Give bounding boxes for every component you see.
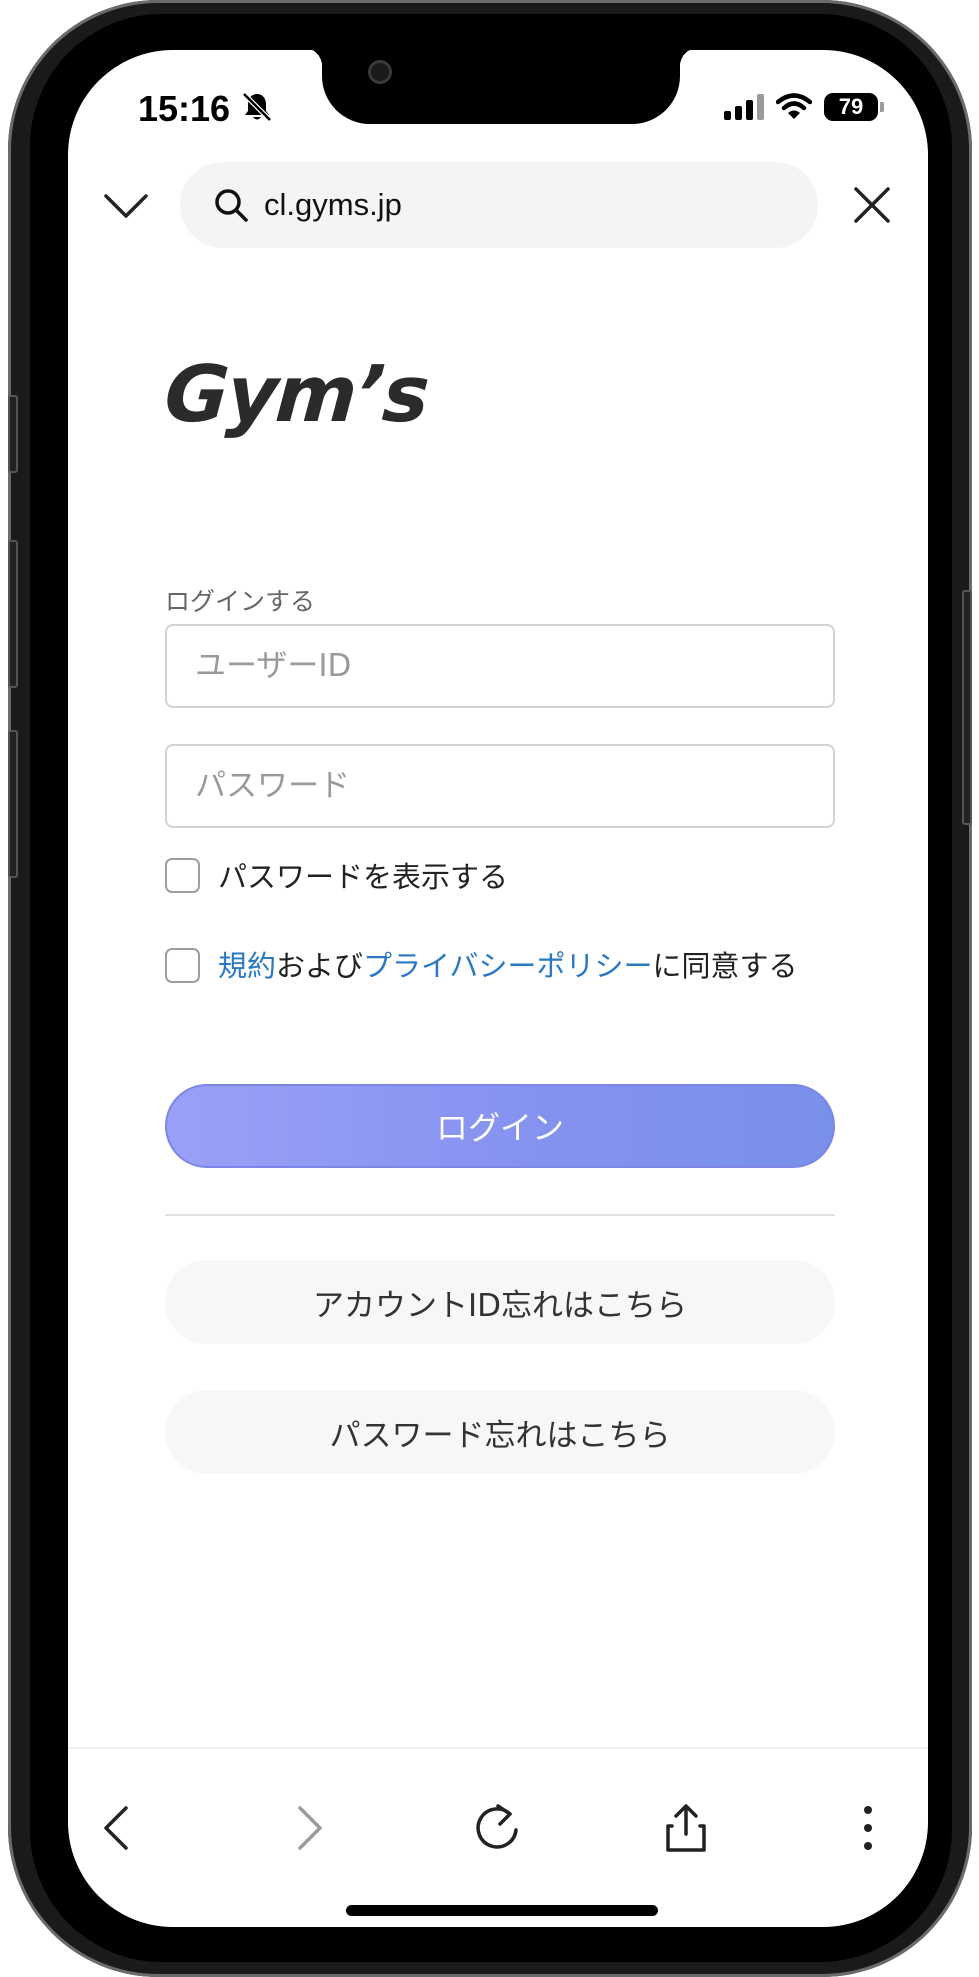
camera-icon: [368, 60, 392, 84]
back-icon[interactable]: [90, 1800, 146, 1856]
forward-icon[interactable]: [280, 1800, 336, 1856]
login-heading: ログインする: [165, 587, 316, 616]
gyms-logo: Gym’s: [161, 350, 431, 440]
divider: [165, 1214, 835, 1216]
power-button: [962, 590, 972, 825]
status-time: 15:16: [138, 88, 231, 129]
agree-terms-row: 規約およびプライバシーポリシーに同意する: [165, 938, 835, 994]
mute-switch: [8, 395, 18, 473]
user-id-input[interactable]: [165, 624, 835, 708]
forgot-account-id-button[interactable]: アカウントID忘れはこちら: [165, 1260, 835, 1344]
share-icon[interactable]: [658, 1800, 714, 1856]
cellular-signal-icon: [724, 94, 764, 120]
battery-indicator: 79: [824, 93, 884, 121]
terms-link[interactable]: 規約: [218, 949, 276, 983]
reload-icon[interactable]: [470, 1800, 526, 1856]
screen: 15:16 79 cl.gyms.jp Gym’s ログインする ユーザーID …: [68, 50, 928, 1927]
address-bar[interactable]: cl.gyms.jp: [180, 162, 818, 248]
volume-down-button: [8, 730, 18, 878]
agree-and-text: および: [276, 949, 364, 983]
home-indicator[interactable]: [346, 1905, 658, 1916]
show-password-checkbox[interactable]: [165, 857, 200, 893]
status-icons: 79: [724, 90, 884, 124]
wifi-icon: [776, 93, 812, 119]
chevron-down-icon[interactable]: [102, 182, 150, 230]
notch: [304, 50, 698, 124]
search-icon: [215, 189, 248, 222]
password-input[interactable]: [165, 744, 835, 828]
agree-suffix-text: に同意する: [652, 949, 798, 983]
show-password-row[interactable]: パスワードを表示する: [165, 854, 508, 896]
phone-frame: 15:16 79 cl.gyms.jp Gym’s ログインする ユーザーID …: [8, 0, 972, 1977]
bell-muted-icon: [242, 92, 272, 122]
agree-terms-checkbox[interactable]: [165, 947, 200, 983]
forgot-password-button[interactable]: パスワード忘れはこちら: [165, 1390, 835, 1474]
url-text: cl.gyms.jp: [264, 187, 402, 222]
toolbar-divider: [68, 1747, 928, 1749]
login-button[interactable]: ログイン: [165, 1084, 835, 1168]
more-options-icon[interactable]: [840, 1800, 896, 1856]
close-icon[interactable]: [850, 183, 894, 227]
volume-up-button: [8, 540, 18, 688]
privacy-policy-link[interactable]: プライバシーポリシー: [363, 949, 652, 983]
show-password-label: パスワードを表示する: [218, 860, 509, 894]
